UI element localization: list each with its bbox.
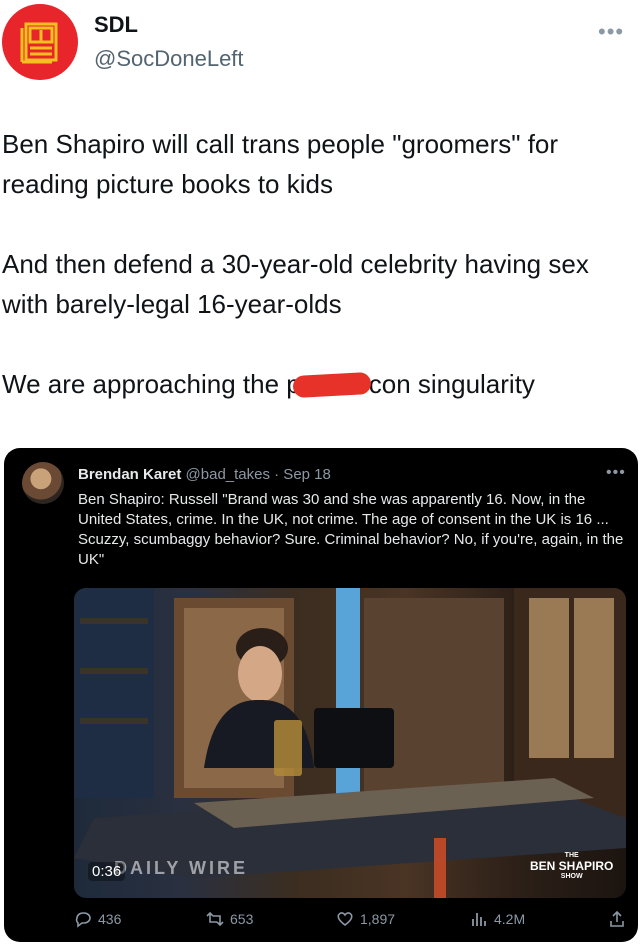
share-icon [608,910,626,928]
like-count: 1,897 [360,911,396,927]
views-count: 4.2M [494,911,526,927]
retweet-button[interactable]: 653 [206,910,253,928]
redaction-mark [292,371,372,399]
author-name[interactable]: SDL [94,12,138,38]
views-button[interactable]: 4.2M [470,910,525,928]
quoted-tweet[interactable]: Brendan Karet @bad_takes · Sep 18 ••• Be… [4,448,638,942]
like-icon [336,910,354,928]
reply-button[interactable]: 436 [74,910,121,928]
video-timestamp: 0:36 [88,862,126,881]
views-icon [470,910,488,928]
quoted-author-meta: @bad_takes · Sep 18 [185,466,331,483]
video-watermark: DAILY WIRE [114,858,249,878]
action-bar: 436 653 1,897 4.2M [74,910,630,934]
quoted-more-icon[interactable]: ••• [606,464,626,482]
retweet-icon [206,910,224,928]
tweet-paragraph: And then defend a 30-year-old celebrity … [2,249,597,319]
tweet-text-after: con singularity [368,369,535,399]
share-button[interactable] [608,910,626,928]
tweet-header: SDL @SocDoneLeft ••• [0,0,640,100]
like-button[interactable]: 1,897 [336,910,395,928]
quoted-author-name[interactable]: Brendan Karet [78,466,181,483]
quoted-header: Brendan Karet @bad_takes · Sep 18 [78,466,331,483]
show-logo-title: BEN SHAPIRO [530,859,614,873]
document-logo-icon [20,22,58,64]
quoted-text: Ben Shapiro: Russell "Brand was 30 and s… [78,491,624,568]
show-logo-sub: SHOW [560,873,583,880]
retweet-count: 653 [230,911,254,927]
author-handle[interactable]: @SocDoneLeft [94,46,244,72]
tweet-text-before: We are approaching the p [2,369,301,399]
tweet-paragraph: Ben Shapiro will call trans people "groo… [2,129,566,199]
show-logo-small: THE [564,852,579,859]
tweet-paragraph: We are approaching the p con singularity [2,364,638,404]
video-player[interactable]: DAILY WIRE 0:36 THE BEN SHAPIRO SHOW [74,588,626,898]
more-icon[interactable]: ••• [598,21,634,43]
tweet-text: Ben Shapiro will call trans people "groo… [2,124,638,444]
reply-count: 436 [98,911,122,927]
avatar[interactable] [2,4,78,80]
quoted-avatar[interactable] [22,462,64,504]
show-logo: THE BEN SHAPIRO SHOW [530,852,613,880]
reply-icon [74,910,92,928]
